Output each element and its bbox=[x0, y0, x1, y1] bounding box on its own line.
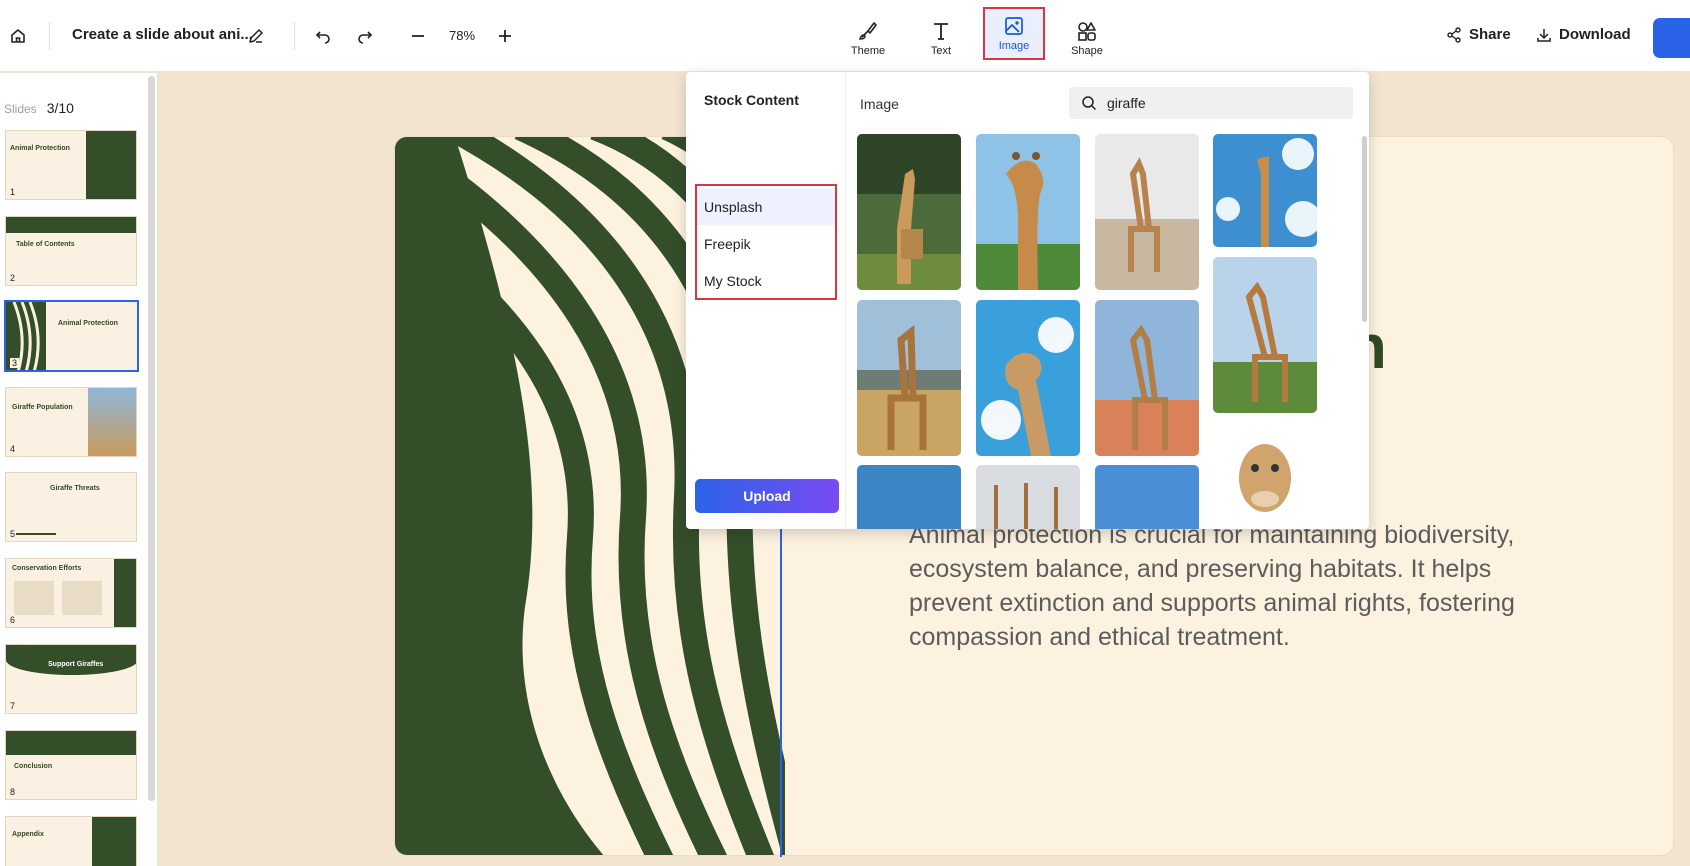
thumb-title: Conclusion bbox=[14, 763, 53, 770]
top-toolbar: Create a slide about ani... 78% Theme Te… bbox=[0, 0, 1690, 72]
image-grid-scrollbar[interactable] bbox=[1362, 136, 1367, 322]
thumb-number: 3 bbox=[10, 358, 20, 368]
upload-button[interactable]: Upload bbox=[695, 479, 839, 513]
thumb-number: 8 bbox=[10, 787, 16, 797]
slide-thumbnail-7[interactable]: Support Giraffes 7 bbox=[5, 644, 137, 714]
giraffe-photo-11[interactable] bbox=[976, 465, 1080, 529]
giraffe-photo-3[interactable] bbox=[1095, 134, 1199, 290]
search-input[interactable] bbox=[1107, 95, 1337, 111]
primary-action-button[interactable] bbox=[1653, 18, 1690, 58]
thumb-title: Table of Contents bbox=[16, 241, 75, 248]
zoom-level: 78% bbox=[448, 28, 476, 43]
redo-icon[interactable] bbox=[350, 21, 380, 51]
image-search[interactable] bbox=[1069, 87, 1353, 119]
image-tab-label: Image bbox=[860, 96, 899, 112]
giraffe-photo-8[interactable] bbox=[1095, 300, 1199, 456]
share-label: Share bbox=[1469, 26, 1511, 43]
giraffe-photo-10[interactable] bbox=[857, 465, 961, 529]
home-icon[interactable] bbox=[3, 21, 33, 51]
thumb-number: 5 bbox=[10, 529, 16, 539]
giraffe-photo-9[interactable] bbox=[1213, 423, 1317, 529]
giraffe-photo-12[interactable] bbox=[1095, 465, 1199, 529]
image-icon bbox=[1005, 17, 1023, 35]
stock-content-heading: Stock Content bbox=[704, 92, 799, 108]
theme-tool-button[interactable]: Theme bbox=[838, 14, 898, 62]
undo-icon[interactable] bbox=[308, 21, 338, 51]
thumb-number: 1 bbox=[10, 187, 16, 197]
download-button[interactable]: Download bbox=[1536, 26, 1631, 43]
giraffe-photo-7[interactable] bbox=[976, 300, 1080, 456]
giraffe-photo-5[interactable] bbox=[1213, 257, 1317, 413]
slides-count: 3/10 bbox=[46, 100, 74, 116]
thumb-title: Support Giraffes bbox=[48, 661, 104, 668]
text-label: Text bbox=[930, 44, 952, 57]
thumb-title: Giraffe Threats bbox=[50, 485, 100, 492]
slide-thumbnail-3[interactable]: Animal Protection 3 bbox=[4, 300, 139, 372]
shape-label: Shape bbox=[1071, 44, 1103, 57]
divider bbox=[49, 22, 50, 50]
thumb-title: Conservation Efforts bbox=[12, 565, 82, 572]
image-panel: Stock Content Unsplash Freepik My Stock … bbox=[686, 72, 1369, 529]
zoom-in-icon[interactable] bbox=[490, 21, 520, 51]
thumb-number: 6 bbox=[10, 615, 16, 625]
giraffe-photo-2[interactable] bbox=[976, 134, 1080, 290]
thumb-number: 4 bbox=[10, 444, 16, 454]
search-icon bbox=[1082, 96, 1097, 111]
giraffe-photo-1[interactable] bbox=[857, 134, 961, 290]
image-tool-button[interactable]: Image bbox=[983, 7, 1045, 60]
share-icon bbox=[1447, 26, 1461, 43]
slide-body-text[interactable]: Animal protection is crucial for maintai… bbox=[909, 518, 1569, 654]
edit-title-icon[interactable] bbox=[241, 21, 271, 51]
thumb-title: Animal Protection bbox=[58, 320, 118, 327]
theme-label: Theme bbox=[850, 44, 886, 57]
shape-tool-button[interactable]: Shape bbox=[1057, 14, 1117, 62]
sources-highlight bbox=[695, 184, 837, 300]
image-label: Image bbox=[998, 40, 1030, 52]
thumb-number: 7 bbox=[10, 701, 16, 711]
thumb-title: Animal Protection bbox=[10, 145, 70, 152]
theme-icon bbox=[859, 21, 877, 40]
zoom-out-icon[interactable] bbox=[403, 21, 433, 51]
stock-sources-sidebar: Stock Content Unsplash Freepik My Stock … bbox=[686, 72, 846, 529]
giraffe-photo-4[interactable] bbox=[1213, 134, 1317, 247]
thumb-title: Giraffe Population bbox=[12, 404, 73, 411]
document-title[interactable]: Create a slide about ani... bbox=[72, 26, 253, 43]
download-label: Download bbox=[1559, 26, 1631, 43]
share-button[interactable]: Share bbox=[1446, 26, 1511, 43]
divider bbox=[294, 22, 295, 50]
text-tool-button[interactable]: Text bbox=[911, 14, 971, 62]
slides-scrollbar[interactable] bbox=[148, 76, 155, 801]
text-icon bbox=[934, 22, 948, 40]
giraffe-photo-6[interactable] bbox=[857, 300, 961, 456]
slide-thumbnail-2[interactable]: Table of Contents 2 bbox=[5, 216, 137, 286]
slide-thumbnail-9[interactable]: Appendix bbox=[5, 816, 137, 866]
slide-thumbnail-5[interactable]: Giraffe Threats 5 bbox=[5, 472, 137, 542]
download-icon bbox=[1537, 28, 1551, 42]
thumb-title: Appendix bbox=[12, 831, 44, 838]
shape-icon bbox=[1078, 21, 1096, 41]
thumb-number: 2 bbox=[10, 273, 16, 283]
slide-thumbnail-8[interactable]: Conclusion 8 bbox=[5, 730, 137, 800]
slide-thumbnail-1[interactable]: Animal Protection 1 bbox=[5, 130, 137, 200]
slide-thumbnail-4[interactable]: Giraffe Population 4 bbox=[5, 387, 137, 457]
slide-thumbnail-6[interactable]: Conservation Efforts 6 bbox=[5, 558, 137, 628]
slides-counter: Slides 3/10 bbox=[4, 100, 74, 116]
slides-label: Slides bbox=[4, 102, 37, 116]
